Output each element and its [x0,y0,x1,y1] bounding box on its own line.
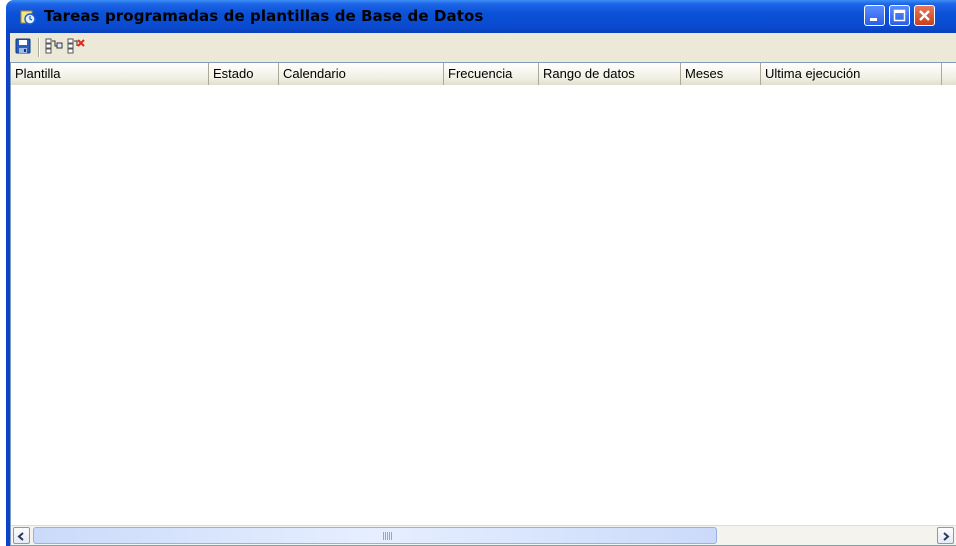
column-header[interactable]: Rango de datos [539,63,681,85]
scroll-left-button[interactable] [13,527,30,544]
save-icon [15,38,31,58]
list-body[interactable] [11,85,956,526]
chevron-right-icon [941,526,950,545]
toolbar [10,33,956,62]
add-task-button[interactable] [45,38,63,58]
remove-task-icon [67,38,85,58]
minimize-button[interactable] [864,5,885,26]
close-button[interactable] [914,5,935,26]
title-bar[interactable]: Tareas programadas de plantillas de Base… [6,0,956,33]
window-title: Tareas programadas de plantillas de Base… [44,7,484,25]
app-window: Tareas programadas de plantillas de Base… [6,0,956,546]
column-header[interactable] [942,63,956,85]
column-header[interactable]: Frecuencia [444,63,539,85]
scheduled-task-icon [20,9,36,25]
toolbar-separator [38,38,40,57]
maximize-button[interactable] [889,5,910,26]
column-header[interactable]: Estado [209,63,279,85]
tasks-list-view[interactable]: Plantilla Estado Calendario Frecuencia R… [10,62,956,546]
column-header[interactable]: Ultima ejecución [761,63,942,85]
column-header[interactable]: Plantilla [11,63,209,85]
horizontal-scrollbar[interactable] [11,525,956,545]
list-header: Plantilla Estado Calendario Frecuencia R… [11,63,956,86]
client-area: Plantilla Estado Calendario Frecuencia R… [10,33,956,546]
scroll-right-button[interactable] [937,527,954,544]
remove-task-button[interactable] [67,38,85,58]
column-header[interactable]: Meses [681,63,761,85]
grip-icon [383,532,392,540]
chevron-left-icon [17,526,26,545]
column-header[interactable]: Calendario [279,63,444,85]
scroll-thumb[interactable] [33,527,717,544]
add-task-icon [45,38,63,58]
save-button[interactable] [14,38,32,58]
